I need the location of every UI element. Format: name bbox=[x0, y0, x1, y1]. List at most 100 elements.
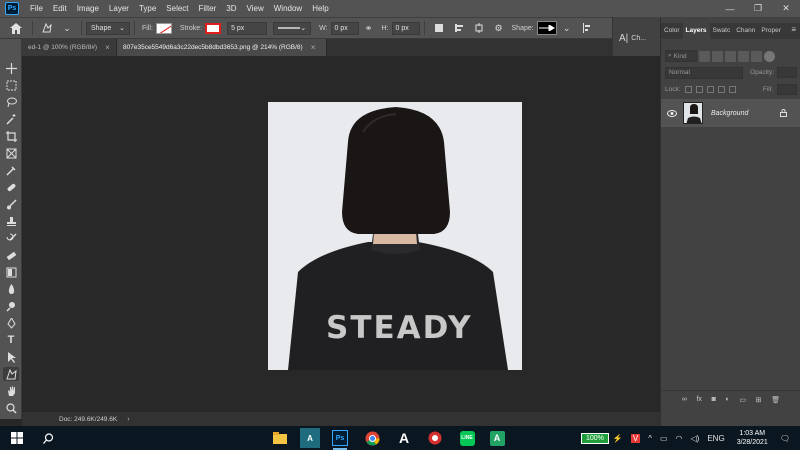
tool-mode-dropdown[interactable]: Shape ⌄ bbox=[86, 21, 130, 35]
notification-icon[interactable]: 🗨 bbox=[780, 434, 790, 443]
start-button[interactable] bbox=[6, 426, 28, 450]
layer-row[interactable]: Background bbox=[661, 99, 800, 127]
kind-filter-dropdown[interactable]: ⌕ Kind bbox=[665, 50, 697, 62]
chevron-up-icon[interactable]: ^ bbox=[648, 434, 652, 443]
dodge-tool-icon[interactable] bbox=[3, 299, 19, 313]
file-explorer-icon[interactable] bbox=[270, 428, 290, 448]
character-panel-button[interactable]: A| Ch... bbox=[619, 33, 646, 44]
magic-wand-tool-icon[interactable] bbox=[3, 112, 19, 126]
mask-icon[interactable]: ◙ bbox=[712, 396, 716, 403]
tab-properties[interactable]: Proper bbox=[758, 23, 784, 39]
adjustment-icon[interactable]: ◐ bbox=[725, 396, 729, 403]
link-icon[interactable]: ∞ bbox=[682, 396, 687, 403]
stroke-width-field[interactable]: 5 px bbox=[227, 21, 268, 35]
path-operations-icon[interactable] bbox=[432, 21, 446, 35]
minimize-button[interactable]: — bbox=[716, 0, 744, 17]
battery-indicator[interactable]: 100% bbox=[580, 432, 609, 444]
filter-toggle-icon[interactable] bbox=[764, 50, 775, 62]
history-brush-tool-icon[interactable] bbox=[3, 231, 19, 245]
path-arrangement-icon[interactable] bbox=[472, 21, 486, 35]
document-image[interactable]: STEADY bbox=[268, 102, 522, 370]
pen-tool-icon[interactable] bbox=[3, 316, 19, 330]
chevron-down-icon[interactable]: ⌄ bbox=[60, 21, 74, 35]
pixel-filter-icon[interactable] bbox=[699, 50, 710, 62]
clock[interactable]: 1:03 AM 3/28/2021 bbox=[737, 429, 768, 447]
line-icon[interactable]: LINE bbox=[457, 428, 477, 448]
trash-icon[interactable]: 🗑 bbox=[771, 396, 780, 404]
smart-object-filter-icon[interactable] bbox=[751, 50, 762, 62]
tab-layers[interactable]: Layers bbox=[682, 23, 710, 39]
shape-picker[interactable] bbox=[536, 21, 557, 35]
type-filter-icon[interactable] bbox=[725, 50, 736, 62]
tab-color[interactable]: Color bbox=[661, 23, 683, 39]
layer-name[interactable]: Background bbox=[711, 110, 748, 117]
close-icon[interactable]: × bbox=[311, 43, 316, 52]
eye-icon[interactable] bbox=[665, 109, 679, 117]
menu-type[interactable]: Type bbox=[134, 0, 161, 17]
volume-icon[interactable]: ◁) bbox=[691, 434, 700, 443]
language-indicator[interactable]: ENG bbox=[707, 434, 724, 443]
menu-filter[interactable]: Filter bbox=[194, 0, 222, 17]
path-alignment-icon[interactable] bbox=[452, 21, 466, 35]
marquee-tool-icon[interactable] bbox=[3, 78, 19, 92]
lock-artboard-icon[interactable] bbox=[717, 85, 725, 93]
app-icon[interactable] bbox=[425, 428, 445, 448]
eyedropper-tool-icon[interactable] bbox=[3, 163, 19, 177]
custom-shape-tool-icon[interactable] bbox=[40, 21, 54, 35]
lock-icon[interactable] bbox=[780, 109, 787, 119]
menu-edit[interactable]: Edit bbox=[48, 0, 72, 17]
eraser-tool-icon[interactable] bbox=[3, 248, 19, 262]
shape-filter-icon[interactable] bbox=[738, 50, 749, 62]
chevron-down-icon[interactable]: ⌄ bbox=[560, 21, 574, 35]
close-icon[interactable]: × bbox=[105, 43, 110, 52]
frame-tool-icon[interactable] bbox=[3, 146, 19, 160]
fill-field[interactable] bbox=[777, 83, 797, 95]
gear-icon[interactable]: ⚙ bbox=[492, 21, 506, 35]
align-edges-icon[interactable] bbox=[580, 21, 594, 35]
maximize-button[interactable]: ❐ bbox=[744, 0, 772, 17]
photoshop-logo[interactable]: Ps bbox=[5, 2, 19, 15]
tab-channels[interactable]: Chann bbox=[733, 23, 758, 39]
healing-brush-tool-icon[interactable] bbox=[3, 180, 19, 194]
menu-image[interactable]: Image bbox=[72, 0, 104, 17]
brush-tool-icon[interactable] bbox=[3, 197, 19, 211]
path-selection-tool-icon[interactable] bbox=[3, 350, 19, 364]
fx-icon[interactable]: fx bbox=[696, 396, 701, 403]
lock-all-icon[interactable] bbox=[728, 85, 736, 93]
document-tab-active[interactable]: 807e35ce5549d6a3c22dec5b8dbd3653.png @ 2… bbox=[117, 39, 327, 56]
lock-transparent-icon[interactable] bbox=[684, 85, 692, 93]
opacity-field[interactable] bbox=[777, 67, 797, 78]
lasso-tool-icon[interactable] bbox=[3, 95, 19, 109]
type-tool-icon[interactable]: T bbox=[3, 333, 19, 347]
new-layer-icon[interactable]: ⊞ bbox=[756, 396, 762, 404]
lock-position-icon[interactable] bbox=[706, 85, 714, 93]
blend-mode-dropdown[interactable]: Normal bbox=[665, 66, 743, 79]
crop-tool-icon[interactable] bbox=[3, 129, 19, 143]
document-tab[interactable]: ed-1 @ 100% (RGB/8#) × bbox=[22, 39, 117, 56]
taskbar-search-button[interactable] bbox=[36, 426, 60, 450]
home-button[interactable] bbox=[4, 19, 28, 37]
width-field[interactable]: 0 px bbox=[330, 21, 359, 35]
gradient-tool-icon[interactable] bbox=[3, 265, 19, 279]
stroke-swatch[interactable] bbox=[205, 22, 222, 34]
app-icon[interactable]: A bbox=[487, 428, 507, 448]
group-icon[interactable]: ▭ bbox=[739, 396, 746, 404]
chevron-right-icon[interactable]: › bbox=[127, 416, 129, 423]
app-icon[interactable]: A bbox=[300, 428, 320, 448]
close-button[interactable]: ✕ bbox=[772, 0, 800, 17]
app-tray-icon[interactable]: V bbox=[630, 433, 641, 443]
tab-swatches[interactable]: Swatc bbox=[710, 23, 734, 39]
adjustment-filter-icon[interactable] bbox=[712, 50, 723, 62]
battery-icon[interactable]: ⚡ bbox=[613, 434, 623, 443]
menu-view[interactable]: View bbox=[242, 0, 269, 17]
link-icon[interactable]: ⚭ bbox=[362, 21, 376, 35]
menu-3d[interactable]: 3D bbox=[221, 0, 241, 17]
zoom-tool-icon[interactable] bbox=[3, 401, 19, 415]
doc-size-info[interactable]: Doc: 249.6K/249.6K bbox=[59, 416, 117, 423]
monitor-icon[interactable]: ▭ bbox=[660, 434, 668, 443]
menu-window[interactable]: Window bbox=[269, 0, 307, 17]
fill-swatch[interactable] bbox=[155, 22, 172, 34]
clone-stamp-tool-icon[interactable] bbox=[3, 214, 19, 228]
menu-help[interactable]: Help bbox=[307, 0, 333, 17]
hand-tool-icon[interactable] bbox=[3, 384, 19, 398]
